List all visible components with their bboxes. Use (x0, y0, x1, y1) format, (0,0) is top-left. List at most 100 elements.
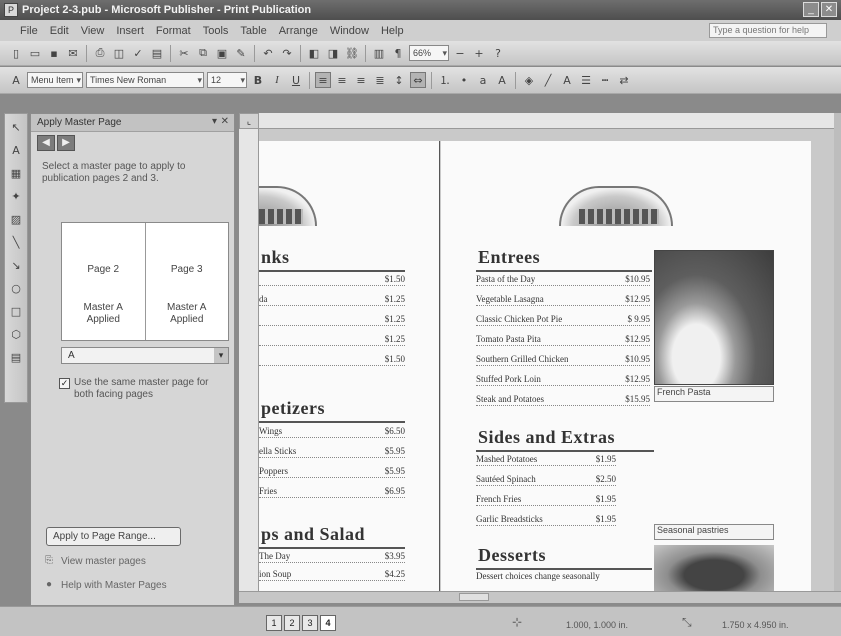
horizontal-ruler[interactable] (239, 113, 834, 129)
menu-row[interactable]: ella Sticks $5.95 (259, 446, 405, 458)
oval-icon[interactable]: ○ (7, 279, 25, 297)
special-characters-icon[interactable]: ¶ (390, 45, 406, 61)
line-color-icon[interactable]: ╱ (540, 72, 556, 88)
font-size-select[interactable]: 12 (207, 72, 247, 88)
menu-row[interactable]: $1.25 (259, 314, 405, 326)
menu-row[interactable]: Pasta of the Day $10.95 (476, 274, 650, 286)
copy-icon[interactable]: ⧉ (195, 45, 211, 61)
menu-view[interactable]: View (75, 25, 111, 37)
menu-row[interactable]: $1.25 (259, 334, 405, 346)
menu-row[interactable]: Stuffed Pork Loin $12.95 (476, 374, 650, 386)
new-icon[interactable]: ▯ (8, 45, 24, 61)
menu-row[interactable]: $1.50 (259, 274, 405, 286)
desserts-note[interactable]: Dessert choices change seasonally (476, 571, 652, 583)
page-tab-2[interactable]: 2 (284, 615, 300, 631)
same-master-option[interactable]: ✓ Use the same master page for both faci… (59, 377, 229, 401)
fill-color-icon[interactable]: ◈ (521, 72, 537, 88)
columns-icon[interactable]: ▥ (371, 45, 387, 61)
increase-font-icon[interactable]: A (494, 72, 510, 88)
menu-row[interactable]: Tomato Pasta Pita $12.95 (476, 334, 650, 346)
paste-icon[interactable]: ▣ (214, 45, 230, 61)
format-painter-icon[interactable]: ✎ (233, 45, 249, 61)
zoom-in-icon[interactable]: + (471, 45, 487, 61)
menu-row[interactable]: $1.50 (259, 354, 405, 366)
forward-icon[interactable]: ▶ (57, 135, 75, 151)
numbering-icon[interactable]: ⒈ (437, 72, 453, 88)
rectangle-icon[interactable]: □ (7, 302, 25, 320)
restaurant-logo[interactable] (259, 186, 317, 226)
menu-row[interactable]: Garlic Breadsticks $1.95 (476, 514, 616, 526)
mail-icon[interactable]: ✉ (65, 45, 81, 61)
page-tab-1[interactable]: 1 (266, 615, 282, 631)
drinks-heading[interactable]: nks (261, 247, 290, 268)
page-tab-4[interactable]: 4 (320, 615, 336, 631)
menu-row[interactable]: Sautéed Spinach $2.50 (476, 474, 616, 486)
menu-row[interactable]: Steak and Potatoes $15.95 (476, 394, 650, 406)
send-to-back-icon[interactable]: ◨ (325, 45, 341, 61)
save-icon[interactable]: ▪ (46, 45, 62, 61)
menu-help[interactable]: Help (375, 25, 410, 37)
desserts-heading[interactable]: Desserts (478, 545, 546, 566)
styles-icon[interactable]: A (8, 72, 24, 88)
page-preview-2[interactable]: Page 2 Master A Applied (62, 223, 146, 340)
spelling-icon[interactable]: ✓ (130, 45, 146, 61)
horizontal-scrollbar[interactable] (239, 591, 841, 603)
menu-tools[interactable]: Tools (197, 25, 235, 37)
view-master-pages-link[interactable]: ⎘ View master pages (43, 555, 146, 567)
print-icon[interactable]: ⎙ (92, 45, 108, 61)
insert-table-icon[interactable]: ▦ (7, 164, 25, 182)
same-master-checkbox[interactable]: ✓ (59, 378, 70, 389)
font-select[interactable]: Times New Roman (86, 72, 204, 88)
line-spacing-icon[interactable]: ↕ (391, 72, 407, 88)
sides-heading[interactable]: Sides and Extras (478, 427, 615, 448)
menu-row[interactable]: Vegetable Lasagna $12.95 (476, 294, 650, 306)
restaurant-logo[interactable] (559, 186, 673, 226)
justify-icon[interactable]: ≣ (372, 72, 388, 88)
redo-icon[interactable]: ↷ (279, 45, 295, 61)
page-2[interactable]: nks $1.50 da $1.25 $1.25 $1.25 $1.50 peti… (259, 141, 440, 591)
back-icon[interactable]: ◀ (37, 135, 55, 151)
help-icon[interactable]: ? (490, 45, 506, 61)
line-style-icon[interactable]: ☰ (578, 72, 594, 88)
menu-row[interactable]: ion Soup $4.25 (259, 569, 405, 581)
menu-row[interactable]: Classic Chicken Pot Pie $ 9.95 (476, 314, 650, 326)
dash-style-icon[interactable]: ┅ (597, 72, 613, 88)
bring-to-front-icon[interactable]: ◧ (306, 45, 322, 61)
menu-insert[interactable]: Insert (110, 25, 150, 37)
ask-question-input[interactable]: Type a question for help (709, 23, 827, 38)
ruler-corner[interactable]: ⌞ (239, 113, 259, 129)
chevron-down-icon[interactable]: ▾ (214, 348, 228, 363)
vertical-scrollbar[interactable] (834, 113, 841, 591)
page-3[interactable]: Entrees Pasta of the Day $10.95 Vegetable… (441, 141, 811, 591)
wordart-icon[interactable]: ✦ (7, 187, 25, 205)
select-objects-icon[interactable]: ↖ (7, 118, 25, 136)
underline-icon[interactable]: U (288, 72, 304, 88)
open-icon[interactable]: ▭ (27, 45, 43, 61)
bullets-icon[interactable]: • (456, 72, 472, 88)
page-spread-preview[interactable]: Page 2 Master A Applied Page 3 Master A … (61, 222, 229, 341)
menu-row[interactable]: Mashed Potatoes $1.95 (476, 454, 616, 466)
menu-row[interactable]: French Fries $1.95 (476, 494, 616, 506)
zoom-select[interactable]: 66% (409, 45, 449, 61)
task-pane-close-icon[interactable]: ✕ (221, 116, 229, 127)
decrease-font-icon[interactable]: a (475, 72, 491, 88)
menu-row[interactable]: The Day $3.95 (259, 551, 405, 563)
menu-row[interactable]: Fries $6.95 (259, 486, 405, 498)
menu-format[interactable]: Format (150, 25, 197, 37)
photo-caption[interactable]: French Pasta (654, 386, 774, 402)
page-tab-3[interactable]: 3 (302, 615, 318, 631)
food-photo[interactable] (654, 250, 774, 385)
arrow-icon[interactable]: ↘ (7, 256, 25, 274)
text-box-icon[interactable]: A (7, 141, 25, 159)
minimize-icon[interactable]: _ (803, 2, 819, 17)
menu-edit[interactable]: Edit (44, 25, 75, 37)
style-select[interactable]: Menu Item (27, 72, 83, 88)
publication-workspace[interactable]: nks $1.50 da $1.25 $1.25 $1.25 $1.50 peti… (259, 129, 834, 591)
print-preview-icon[interactable]: ◫ (111, 45, 127, 61)
apply-to-page-range-button[interactable]: Apply to Page Range... (46, 527, 181, 546)
align-left-icon[interactable]: ≡ (315, 72, 331, 88)
research-icon[interactable]: ▤ (149, 45, 165, 61)
menu-window[interactable]: Window (324, 25, 375, 37)
publisher-app-icon[interactable]: P (4, 3, 18, 17)
entrees-heading[interactable]: Entrees (478, 247, 540, 268)
